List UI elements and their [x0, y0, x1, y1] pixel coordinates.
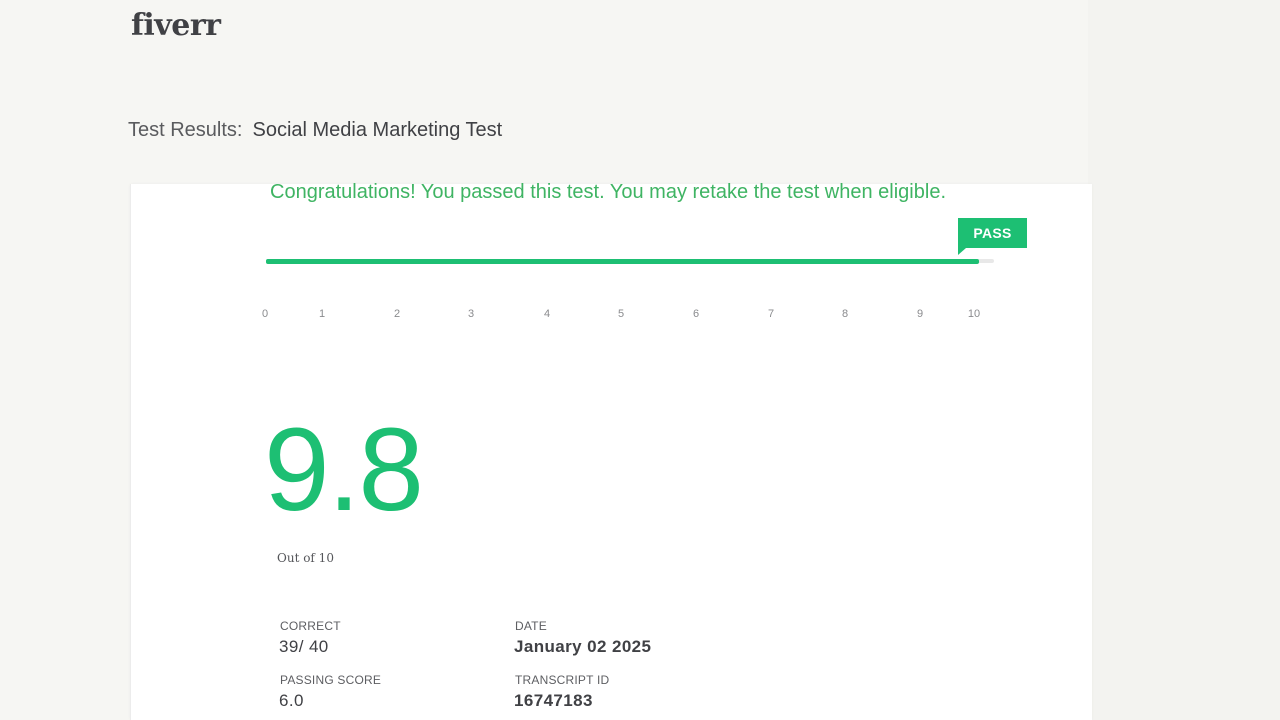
scale-tick-3: 3 [468, 308, 474, 320]
scale-tick-6: 6 [693, 308, 699, 320]
pass-badge: PASS [958, 218, 1027, 248]
scale-tick-7: 7 [768, 308, 774, 320]
page-margin [1088, 0, 1280, 720]
passing-score-value: 6.0 [279, 691, 304, 711]
date-value: January 02 2025 [514, 637, 651, 657]
score-scale: 0 1 2 3 4 5 6 7 8 9 10 [131, 308, 1092, 324]
scale-tick-2: 2 [394, 308, 400, 320]
page-title: Test Results: Social Media Marketing Test [128, 119, 502, 142]
score-progress-fill [266, 259, 979, 264]
score-progress-bar [266, 259, 994, 263]
correct-label: CORRECT [280, 619, 341, 633]
results-label: Test Results: [128, 119, 242, 141]
score-value: 9.8 [264, 400, 422, 540]
fiverr-logo[interactable]: fiverr [131, 8, 220, 43]
congratulations-message: Congratulations! You passed this test. Y… [270, 181, 946, 204]
passing-score-label: PASSING SCORE [280, 673, 381, 687]
scale-tick-5: 5 [618, 308, 624, 320]
test-name: Social Media Marketing Test [252, 119, 502, 141]
scale-tick-4: 4 [544, 308, 550, 320]
score-caption: Out of 10 [277, 551, 334, 565]
scale-tick-0: 0 [262, 308, 268, 320]
scale-tick-1: 1 [319, 308, 325, 320]
transcript-id-label: TRANSCRIPT ID [515, 673, 609, 687]
date-label: DATE [515, 619, 547, 633]
scale-tick-8: 8 [842, 308, 848, 320]
results-card: Congratulations! You passed this test. Y… [130, 184, 1092, 720]
transcript-id-value: 16747183 [514, 691, 593, 711]
scale-tick-9: 9 [917, 308, 923, 320]
scale-tick-10: 10 [968, 308, 980, 320]
correct-value: 39/ 40 [279, 637, 329, 657]
